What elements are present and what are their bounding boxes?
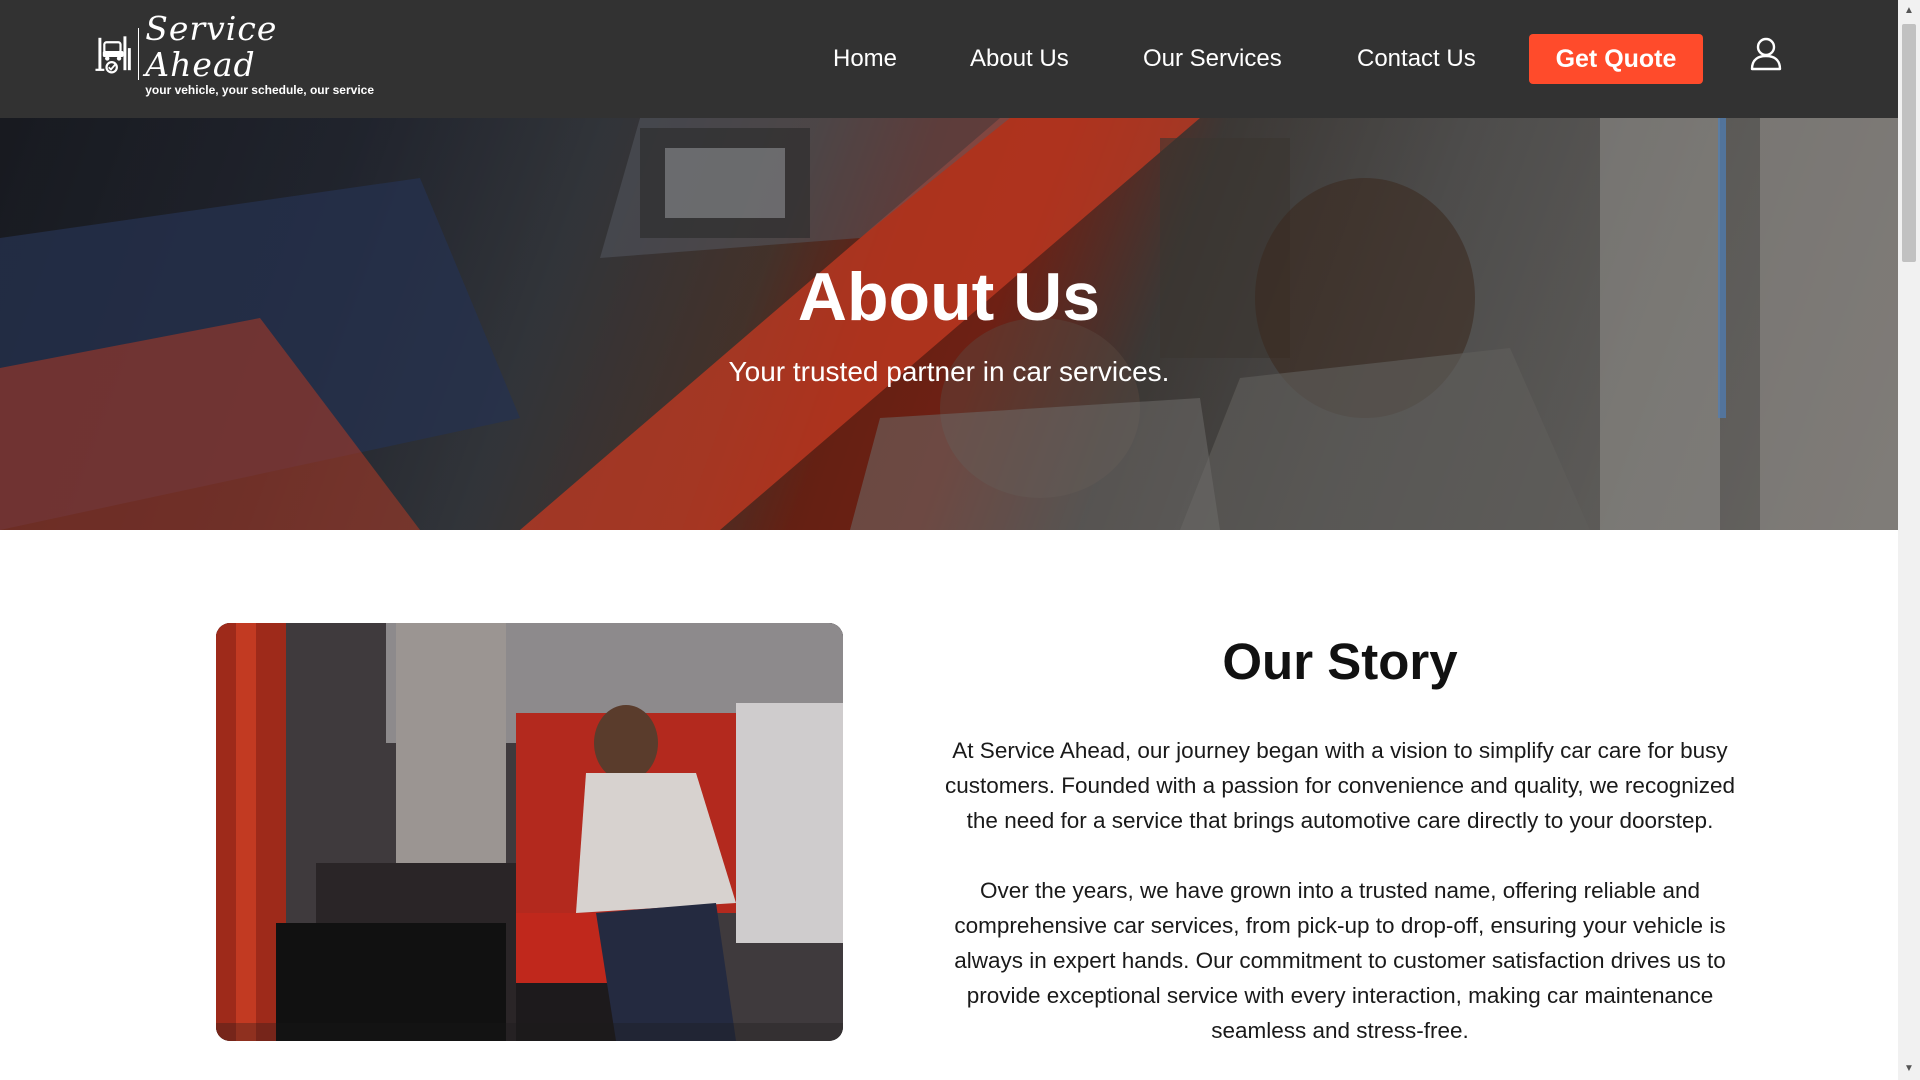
mechanic-photo-illustration xyxy=(216,623,843,1041)
nav-about-us[interactable]: About Us xyxy=(970,34,1069,84)
nav-contact-us[interactable]: Contact Us xyxy=(1357,34,1476,84)
logo-name: Service Ahead xyxy=(145,9,278,84)
mechanic-photo xyxy=(216,623,843,1041)
story-paragraph: At Service Ahead, our journey began with… xyxy=(944,738,1736,833)
nav-our-services[interactable]: Our Services xyxy=(1143,34,1282,84)
logo[interactable]: Service Ahead your vehicle, your schedul… xyxy=(94,11,374,97)
car-service-logo-icon xyxy=(95,36,131,74)
scroll-up-arrow-icon[interactable]: ▲ xyxy=(1898,0,1920,22)
logo-divider xyxy=(137,28,140,80)
page-scrollbar[interactable]: ▲ ▼ xyxy=(1898,0,1920,1080)
hero-subtitle: Your trusted partner in car services. xyxy=(728,356,1170,387)
scroll-thumb[interactable] xyxy=(1902,24,1916,262)
story-paragraph: Over the years, we have grown into a tru… xyxy=(954,878,1726,1043)
user-icon[interactable] xyxy=(1748,36,1784,72)
logo-text: Service Ahead your vehicle, your schedul… xyxy=(145,9,374,98)
nav-home[interactable]: Home xyxy=(833,34,897,84)
story-title: Our Story xyxy=(1222,633,1458,690)
hero-banner: About Us Your trusted partner in car ser… xyxy=(0,118,1898,530)
site-header: Service Ahead your vehicle, your schedul… xyxy=(0,0,1898,118)
scroll-down-arrow-icon[interactable]: ▼ xyxy=(1898,1058,1920,1080)
get-quote-button[interactable]: Get Quote xyxy=(1529,34,1703,84)
hero-title: About Us xyxy=(797,259,1101,335)
logo-tagline: your vehicle, your schedule, our service xyxy=(145,83,374,97)
